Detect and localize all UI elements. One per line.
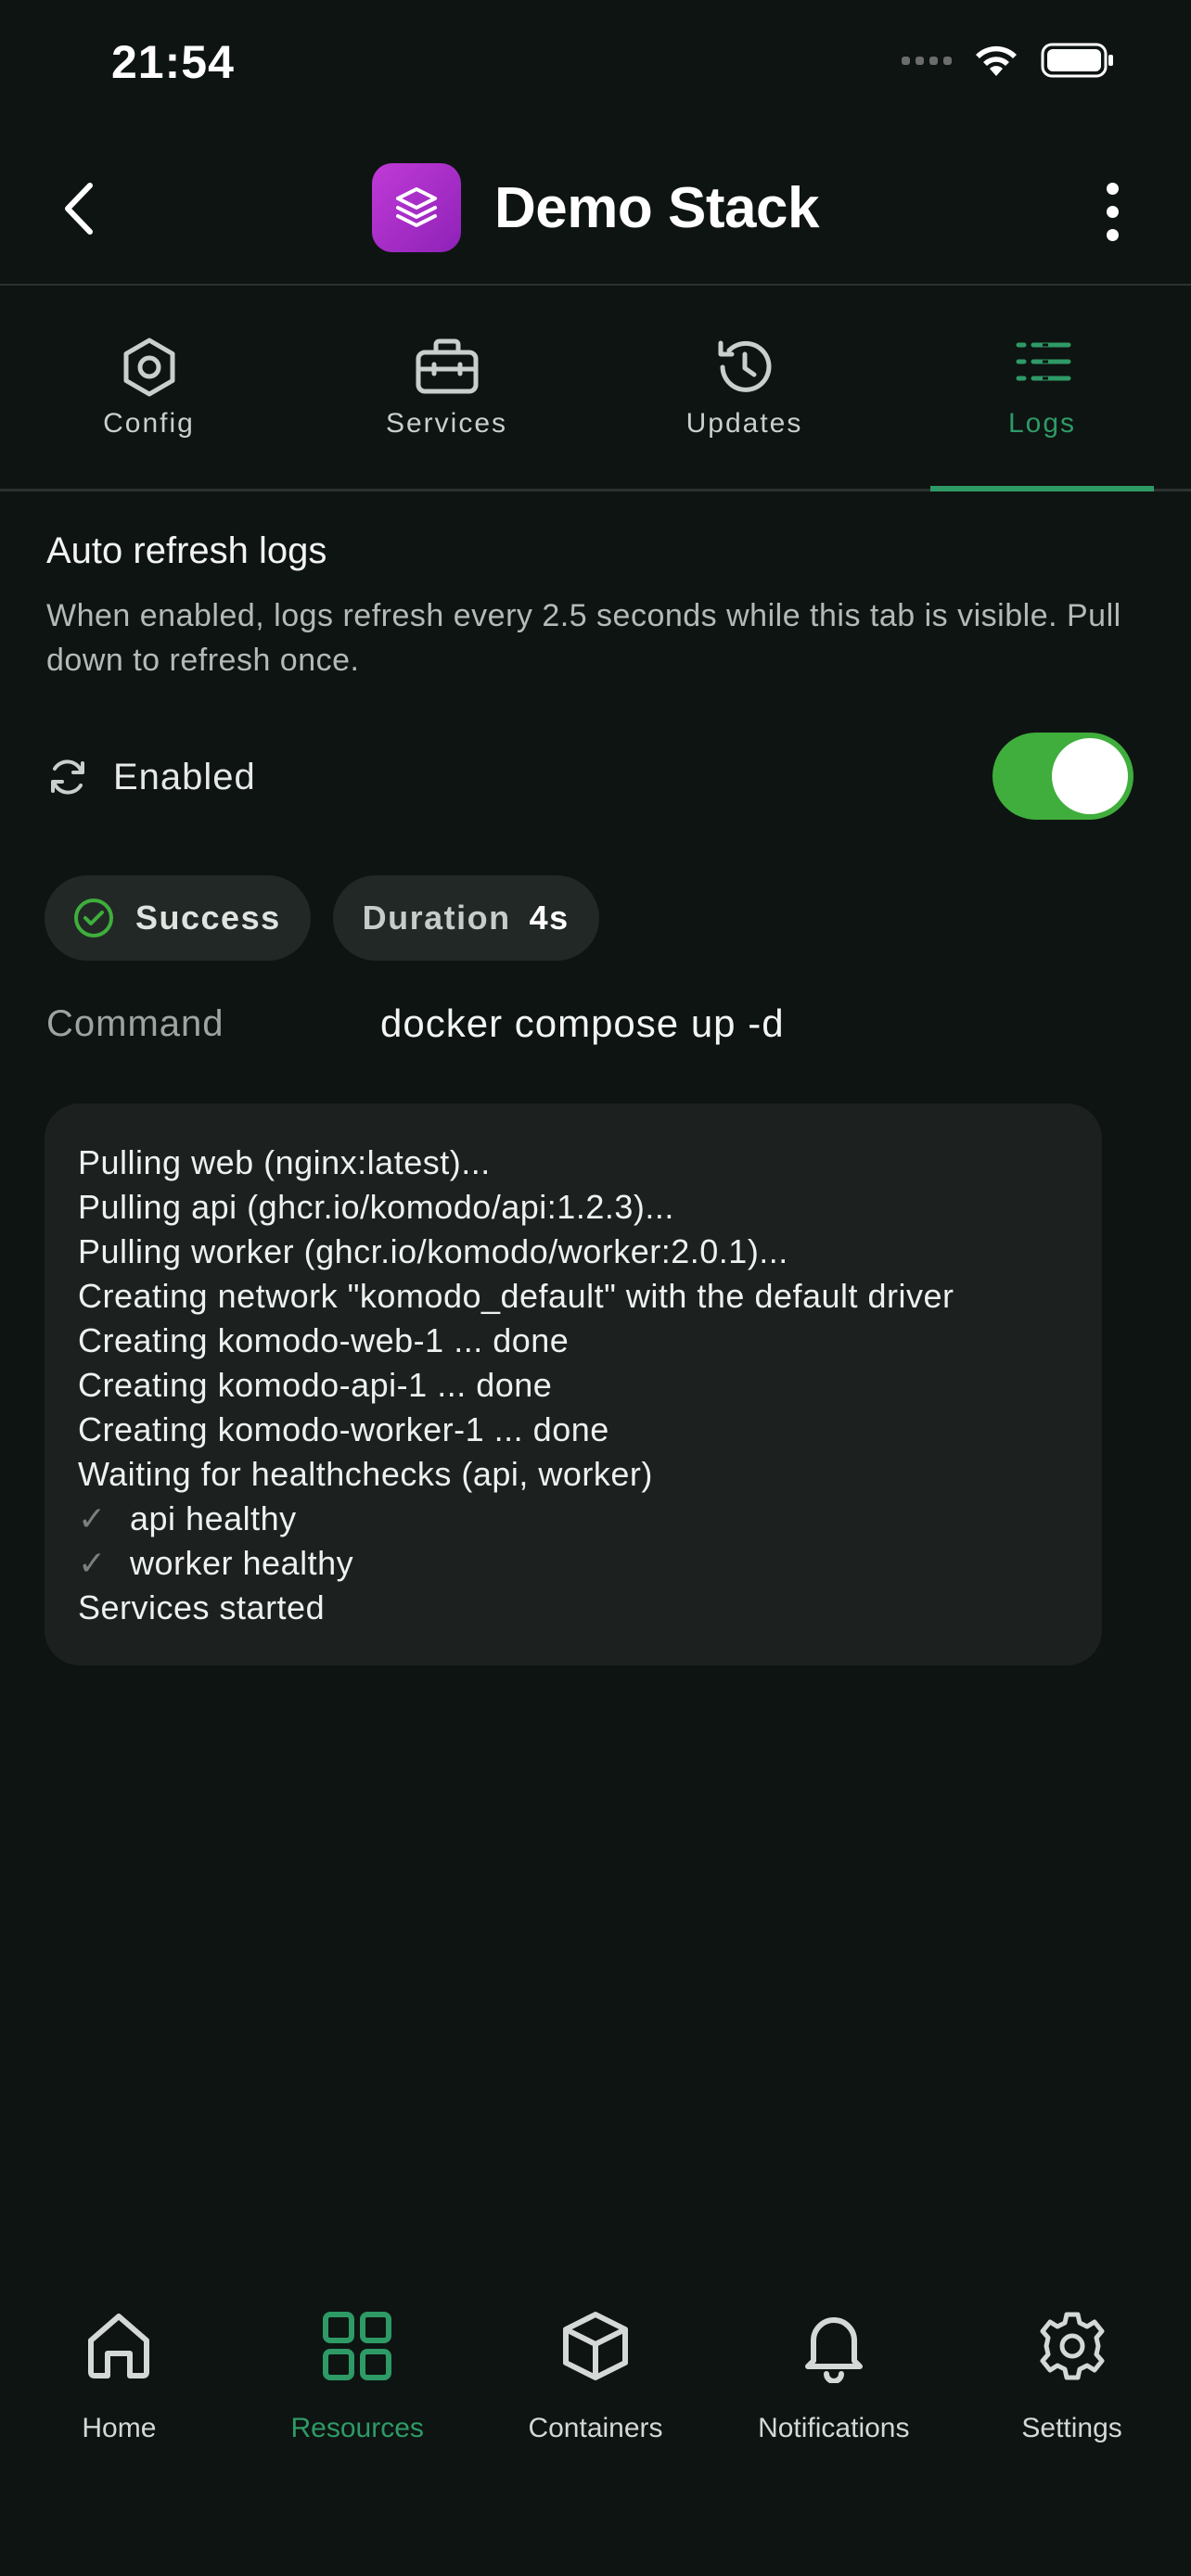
page-title: Demo Stack [494,175,819,240]
command-label: Command [46,1002,224,1044]
success-label: Success [135,899,281,937]
tab-config[interactable]: Config [0,287,298,489]
log-line: Pulling api (ghcr.io/komodo/api:1.2.3)..… [78,1188,674,1226]
duration-badge: Duration 4s [332,875,599,961]
log-line: Creating network "komodo_default" with t… [78,1277,954,1315]
nav-settings[interactable]: Settings [953,2309,1191,2576]
tab-label: Updates [685,408,803,439]
auto-refresh-title: Auto refresh logs [46,530,327,571]
duration-label: Duration [362,899,511,937]
auto-refresh-description: When enabled, logs refresh every 2.5 sec… [46,598,1121,678]
nav-label: Resources [290,2413,424,2443]
title-group: Demo Stack [0,163,1191,252]
nav-home[interactable]: Home [0,2309,238,2576]
status-badges: Success Duration 4s [45,875,599,961]
nav-notifications[interactable]: Notifications [714,2309,953,2576]
log-line: ✓ api healthy [78,1497,1069,1541]
check-circle-icon [74,899,113,937]
navigation-header: Demo Stack [0,139,1191,286]
check-icon: ✓ [78,1499,107,1537]
refresh-icon [51,759,84,795]
tab-label: Logs [1007,408,1077,439]
tab-logs[interactable]: Logs [893,287,1191,491]
status-time: 21:54 [111,36,235,88]
toolbox-icon [416,338,478,394]
stack-layers-icon [372,163,462,252]
more-options-button[interactable] [1080,176,1145,247]
history-icon [718,340,771,392]
bottom-tab-bar: Home Resources Containers Notifications … [0,2309,1191,2576]
log-line: Services started [78,1588,326,1626]
nav-label: Settings [1021,2413,1122,2443]
battery-icon [1041,43,1115,78]
gear-icon [1040,2312,1105,2380]
check-icon: ✓ [78,1544,107,1582]
tab-services[interactable]: Services [298,287,596,489]
auto-refresh-toggle[interactable] [992,733,1133,820]
nav-label: Notifications [758,2413,910,2443]
nav-label: Home [82,2413,157,2443]
more-dot [1106,228,1119,241]
cube-icon [562,2312,628,2380]
duration-value: 4s [529,899,570,937]
status-bar: 21:54 [0,0,1191,139]
log-line: Waiting for healthchecks (api, worker) [78,1455,653,1493]
status-indicators [902,43,1115,78]
list-icon [1016,342,1070,381]
log-line: ✓ worker healthy [78,1541,1069,1586]
nav-containers[interactable]: Containers [477,2309,715,2576]
log-line: Creating komodo-web-1 ... done [78,1321,570,1359]
grid-icon [323,2312,392,2380]
command-value: docker compose up -d [380,1001,785,1045]
auto-refresh-row: Enabled [46,733,1133,822]
more-dot [1106,205,1119,218]
wifi-icon [972,43,1020,78]
success-badge: Success [45,875,311,961]
log-output[interactable]: Pulling web (nginx:latest)... Pulling ap… [45,1103,1102,1665]
tab-label: Services [385,408,508,439]
command-row: Command docker compose up -d [46,1001,1141,1046]
tab-updates[interactable]: Updates [596,287,893,489]
enabled-label: Enabled [113,756,256,797]
log-line: Pulling web (nginx:latest)... [78,1143,491,1181]
cellular-signal-icon [902,56,952,65]
log-line: Creating komodo-api-1 ... done [78,1366,553,1404]
bell-icon [804,2317,863,2383]
nav-label: Containers [528,2413,663,2443]
home-icon [88,2314,150,2378]
log-line: Creating komodo-worker-1 ... done [78,1410,609,1448]
log-line: Pulling worker (ghcr.io/komodo/worker:2.… [78,1232,788,1270]
tab-bar: Config Services Updates Logs [0,287,1191,491]
hexagon-cog-icon [123,338,174,397]
toggle-knob [1052,738,1128,814]
nav-resources[interactable]: Resources [238,2309,477,2576]
more-dot [1106,182,1119,195]
tab-label: Config [103,408,195,439]
